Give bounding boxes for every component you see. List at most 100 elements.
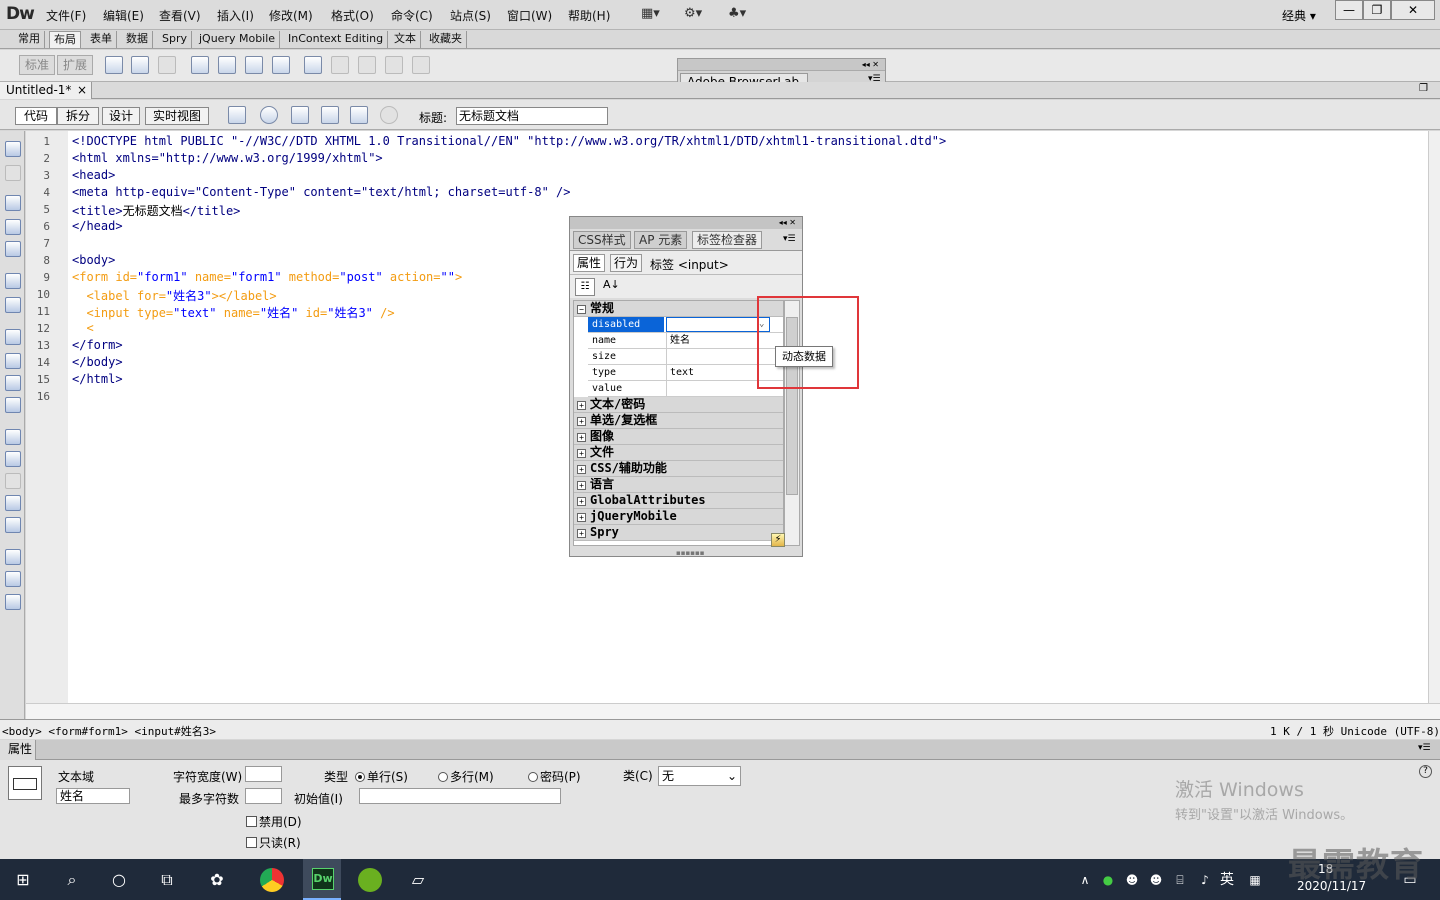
category-view-icon[interactable]: ☷ [575, 278, 595, 296]
menu-insert[interactable]: 插入(I) [217, 7, 254, 24]
dreamweaver-taskbar-button[interactable]: Dw [303, 859, 341, 900]
split-view-button[interactable]: 拆分 [57, 107, 99, 125]
task-view-icon[interactable]: ⧉ [155, 868, 179, 892]
tab-jquery-mobile[interactable]: jQuery Mobile [195, 31, 281, 48]
sort-alpha-icon[interactable]: A↓ [603, 278, 620, 291]
attr-row-disabled[interactable]: disabled ⌄ [588, 317, 783, 333]
visual-aids-icon[interactable] [350, 106, 368, 124]
tab-ap-elements[interactable]: AP 元素 [634, 231, 688, 249]
insert-column-icon[interactable] [272, 56, 290, 74]
attr-row-value[interactable]: value [588, 381, 783, 397]
close-button[interactable]: ✕ [1391, 0, 1435, 20]
restore-doc-icon[interactable]: ❐ [1419, 83, 1428, 94]
disabled-checkbox[interactable]: 禁用(D) [246, 813, 302, 830]
table-icon[interactable] [105, 56, 123, 74]
tab-css-styles[interactable]: CSS样式 [573, 231, 631, 249]
menu-commands[interactable]: 命令(C) [391, 7, 433, 24]
ap-div-icon[interactable] [158, 56, 176, 74]
menu-modify[interactable]: 修改(M) [269, 7, 313, 24]
wechat-icon[interactable]: ● [1096, 868, 1120, 892]
category-global-attributes[interactable]: + GlobalAttributes [574, 493, 783, 509]
live-view-button[interactable]: 实时视图 [145, 107, 209, 125]
attr-row-type[interactable]: type text [588, 365, 783, 381]
restore-button[interactable]: ❐ [1363, 0, 1391, 20]
indent-icon[interactable] [5, 549, 21, 565]
move-css-icon[interactable] [5, 517, 21, 533]
site-icon[interactable]: ♣▾ [728, 6, 746, 21]
resize-grip-icon[interactable]: ▪▪▪▪▪▪ [676, 549, 704, 557]
category-spry[interactable]: + Spry [574, 525, 783, 541]
attr-row-name[interactable]: name 姓名 [588, 333, 783, 349]
insert-row-below-icon[interactable] [245, 56, 263, 74]
field-name-input[interactable]: 姓名 [56, 788, 130, 804]
char-width-input[interactable] [245, 766, 282, 782]
gear-icon[interactable]: ⚙▾ [684, 6, 702, 21]
tab-text[interactable]: 文本 [390, 31, 421, 48]
tag-selector[interactable]: <body> <form#form1> <input#姓名3> [2, 723, 216, 739]
chrome-icon[interactable] [260, 868, 284, 892]
pinwheel-app-icon[interactable]: ✿ [205, 868, 229, 892]
type-multiline-radio[interactable]: 多行(M) [438, 768, 494, 785]
panel-menu-icon[interactable]: ▾☰ [783, 234, 796, 244]
collapse-icon[interactable]: ◂◂ ✕ [678, 59, 885, 71]
multiscreen-icon[interactable] [228, 106, 246, 124]
tab-tag-inspector[interactable]: 标签检查器 [692, 231, 763, 249]
title-input[interactable]: 无标题文档 [456, 107, 608, 125]
attributes-button[interactable]: 属性 [573, 254, 606, 272]
layout-icon[interactable]: ▦▾ [641, 6, 660, 21]
minimize-button[interactable]: — [1335, 0, 1363, 20]
menu-site[interactable]: 站点(S) [450, 7, 491, 24]
qq-icon[interactable]: ☻ [1120, 868, 1144, 892]
fluid-grid-icon[interactable] [191, 56, 209, 74]
cortana-icon[interactable]: ○ [107, 868, 131, 892]
readonly-checkbox[interactable]: 只读(R) [246, 834, 301, 851]
editor-horizontal-scrollbar[interactable] [26, 703, 1440, 719]
menu-file[interactable]: 文件(F) [46, 7, 86, 24]
editor-vertical-scrollbar[interactable] [1428, 131, 1440, 703]
network-icon[interactable]: ⌸ [1168, 868, 1192, 892]
spry-tabbed-icon[interactable] [358, 56, 376, 74]
category-jquery-mobile[interactable]: + jQueryMobile [574, 509, 783, 525]
help-icon[interactable]: ? [1419, 765, 1432, 778]
format-source-icon[interactable] [5, 594, 21, 610]
tab-spry[interactable]: Spry [158, 31, 192, 48]
attr-row-size[interactable]: size [588, 349, 783, 365]
expand-all-icon[interactable] [5, 241, 21, 257]
tab-data[interactable]: 数据 [122, 31, 153, 48]
max-chars-input[interactable] [245, 788, 282, 804]
tab-layout[interactable]: 布局 [49, 31, 81, 48]
windows-start-icon[interactable]: ⊞ [11, 868, 35, 892]
tab-incontext-editing[interactable]: InContext Editing [284, 31, 389, 48]
document-tab[interactable]: Untitled-1* × [0, 82, 92, 99]
refresh-icon[interactable] [380, 106, 398, 124]
recent-snippets-icon[interactable] [5, 495, 21, 511]
select-parent-tag-icon[interactable] [5, 273, 21, 289]
workspace-switcher[interactable]: 经典 ▾ [1282, 7, 1316, 24]
category-general[interactable]: − 常规 [574, 301, 783, 317]
design-view-button[interactable]: 设计 [102, 107, 140, 125]
spry-accordion-icon[interactable] [385, 56, 403, 74]
category-file[interactable]: + 文件 [574, 445, 783, 461]
tab-favorites[interactable]: 收藏夹 [425, 31, 467, 48]
search-icon[interactable]: ⌕ [60, 868, 84, 892]
category-image[interactable]: + 图像 [574, 429, 783, 445]
category-radio-checkbox[interactable]: + 单选/复选框 [574, 413, 783, 429]
standard-mode-button[interactable]: 标准 [19, 55, 56, 75]
keyboard-icon[interactable]: ▦ [1243, 868, 1267, 892]
tray-chevron-icon[interactable]: ∧ [1073, 868, 1097, 892]
menu-edit[interactable]: 编辑(E) [103, 7, 144, 24]
tab-forms[interactable]: 表单 [86, 31, 117, 48]
collapse-selection-icon[interactable] [5, 219, 21, 235]
spry-menu-icon[interactable] [331, 56, 349, 74]
dynamic-data-icon[interactable]: ⚡ [771, 533, 785, 547]
div-icon[interactable] [131, 56, 149, 74]
apply-comment-icon[interactable] [5, 429, 21, 445]
green-app-icon[interactable] [358, 868, 382, 892]
remove-comment-icon[interactable] [5, 451, 21, 467]
properties-title[interactable]: 属性 [0, 740, 36, 760]
panel-menu-icon[interactable]: ▾☰ [1418, 743, 1431, 753]
show-code-navigator-icon[interactable] [5, 165, 21, 181]
behaviors-button[interactable]: 行为 [610, 254, 643, 272]
close-tab-icon[interactable]: × [77, 82, 87, 98]
menu-format[interactable]: 格式(O) [331, 7, 374, 24]
